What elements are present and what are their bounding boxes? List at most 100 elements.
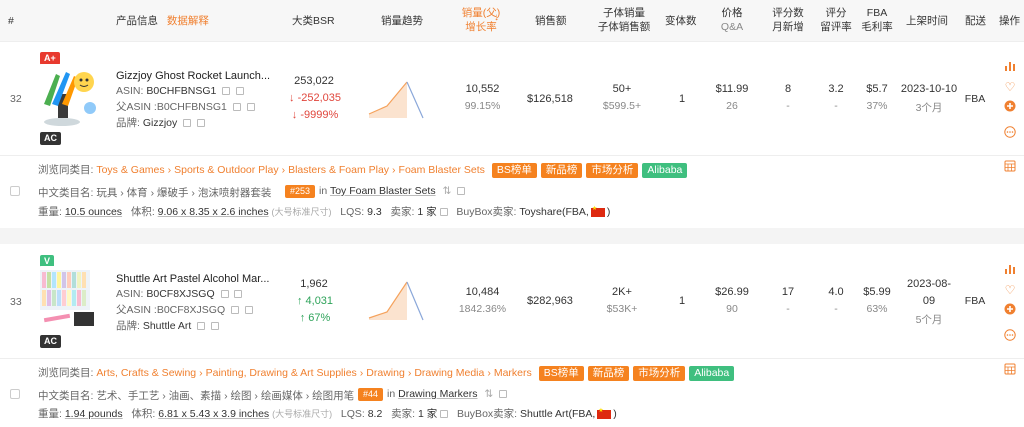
header-revenue[interactable]: 销售额 [535,14,567,28]
asin-label: ASIN: [116,85,144,97]
browse-label: 浏览同类目: [38,367,94,379]
external-link-icon[interactable] [244,306,253,315]
buybox-label: BuyBox卖家: [456,408,518,420]
browse-crumb[interactable]: Sports & Outdoor Play [174,164,278,176]
heart-icon[interactable]: ♡ [1003,283,1017,297]
brand-value[interactable]: Gizzjoy [143,117,177,129]
more-icon[interactable] [1003,126,1017,140]
buybox-value[interactable]: Toyshare(FBA, [519,206,588,218]
buybox-end: ) [613,408,617,420]
market-analysis-tag[interactable]: 市场分析 [633,366,686,381]
plugin-icon[interactable] [1003,100,1017,114]
header-rating[interactable]: 评分 留评率 [820,6,852,34]
bsr-pct: ↓ -9999% [280,109,350,121]
sellers-value[interactable]: 1 家 [417,206,436,218]
bs-list-tag[interactable]: BS榜单 [538,366,584,381]
copy-icon[interactable] [232,103,241,112]
browse-crumb[interactable]: Toys & Games [96,164,164,176]
header-bsr[interactable]: 大类BSR [292,14,335,28]
header-fba[interactable]: FBA 毛利率 [859,6,895,34]
external-link-icon[interactable] [236,87,245,96]
browse-crumb[interactable]: Painting, Drawing & Art Supplies [206,367,357,379]
chevron-right-icon: › [392,164,396,176]
external-link-icon[interactable] [234,290,243,299]
browse-crumb[interactable]: Foam Blaster Sets [399,164,485,176]
data-explain-link[interactable]: 数据解释 [167,15,209,27]
header-price[interactable]: 价格 Q&A [718,6,746,34]
header-fba-label: FBA [866,7,888,19]
new-release-tag[interactable]: 新品榜 [540,163,583,178]
parent-asin-label: 父ASIN : [116,304,157,316]
browse-crumb[interactable]: Arts, Crafts & Sewing [96,367,196,379]
rank-category-link[interactable]: Drawing Markers [398,388,477,400]
buybox-label: BuyBox卖家: [456,206,517,218]
copy-icon[interactable] [197,322,206,331]
external-link-icon[interactable] [211,322,220,331]
bar-chart-icon[interactable] [1003,60,1017,74]
asin-label: ASIN: [116,288,144,300]
header-variants[interactable]: 变体数 [665,14,697,28]
reviews-value: 17 [781,286,795,298]
plugin-icon[interactable] [1003,303,1017,317]
calculator-icon[interactable] [1003,363,1017,377]
brand-value[interactable]: Shuttle Art [143,320,191,332]
header-reviews[interactable]: 评分数 月新增 [772,6,804,34]
external-link-icon[interactable] [457,187,466,196]
sellers-value[interactable]: 1 家 [418,408,437,420]
row-checkbox[interactable] [10,186,20,196]
alibaba-tag[interactable]: Alibaba [689,366,735,381]
sales-trend-chart[interactable] [367,280,433,322]
more-icon[interactable] [1003,329,1017,343]
chevron-right-icon: › [407,367,412,379]
browse-crumb[interactable]: Drawing Media [414,367,484,379]
product-image[interactable] [38,266,102,330]
external-link-icon[interactable] [246,103,255,112]
parent-asin-value[interactable]: B0CF8XJSGQ [157,304,225,316]
copy-icon[interactable] [231,306,240,315]
copy-icon[interactable] [220,290,229,299]
product-title[interactable]: Gizzjoy Ghost Rocket Launch... [116,70,270,82]
cn-category-value: 艺术、手工艺 › 油画、素描 › 绘图 › 绘画媒体 › 绘图用笔 [96,390,355,402]
sort-icon[interactable]: ⇅ [443,185,452,197]
row-checkbox[interactable] [10,389,20,399]
china-flag-icon [590,205,605,217]
child-revenue-value: $599.5+ [602,100,642,112]
market-analysis-tag[interactable]: 市场分析 [586,163,639,178]
header-date[interactable]: 上架时间 [906,14,948,28]
bar-chart-icon[interactable] [1003,263,1017,277]
asin-value[interactable]: B0CHFBNSG1 [146,85,216,97]
parent-asin-value[interactable]: B0CHFBNSG1 [157,101,227,113]
external-link-icon[interactable] [499,390,508,399]
product-title[interactable]: Shuttle Art Pastel Alcohol Mar... [116,273,269,285]
alibaba-tag[interactable]: Alibaba [642,163,688,178]
external-link-icon[interactable] [197,119,206,128]
external-link-icon[interactable] [440,410,449,419]
browse-crumb[interactable]: Markers [494,367,532,379]
sort-icon[interactable]: ⇅ [484,388,493,400]
specs-line: 重量: 10.5 ounces 体积: 9.06 x 8.35 x 2.6 in… [38,204,610,219]
sales-trend-chart[interactable] [367,78,433,120]
copy-icon[interactable] [183,119,192,128]
bs-list-tag[interactable]: BS榜单 [491,163,537,178]
heart-icon[interactable]: ♡ [1003,80,1017,94]
size-note: (大号标准尺寸) [272,409,333,419]
table-header: # 产品信息 数据解释 大类BSR 销量趋势 销量(父) 增长率 ↓ 销售额 子… [0,0,1024,42]
browse-crumb[interactable]: Blasters & Foam Play [288,164,389,176]
browse-category: 浏览同类目: Toys & Games › Sports & Outdoor Pla… [38,162,688,178]
price-value: $11.99 [715,83,749,95]
asin-value[interactable]: B0CF8XJSGQ [146,288,214,300]
date-value: 2023-10-10 [900,83,958,95]
margin-value: 37% [866,100,888,112]
product-image[interactable] [38,64,102,130]
new-release-tag[interactable]: 新品榜 [587,366,630,381]
age-value: 5个月 [915,314,943,326]
copy-icon[interactable] [222,87,231,96]
header-child[interactable]: 子体销量 子体销售额 [596,6,652,34]
browse-crumb[interactable]: Drawing [366,367,405,379]
external-link-icon[interactable] [439,208,448,217]
sort-desc-icon[interactable]: ↓ [494,12,499,23]
calculator-icon[interactable] [1003,160,1017,174]
rank-category-link[interactable]: Toy Foam Blaster Sets [330,185,436,197]
rank-line: #253 in Toy Foam Blaster Sets ⇅ [285,185,466,198]
buybox-value[interactable]: Shuttle Art(FBA, [520,408,595,420]
